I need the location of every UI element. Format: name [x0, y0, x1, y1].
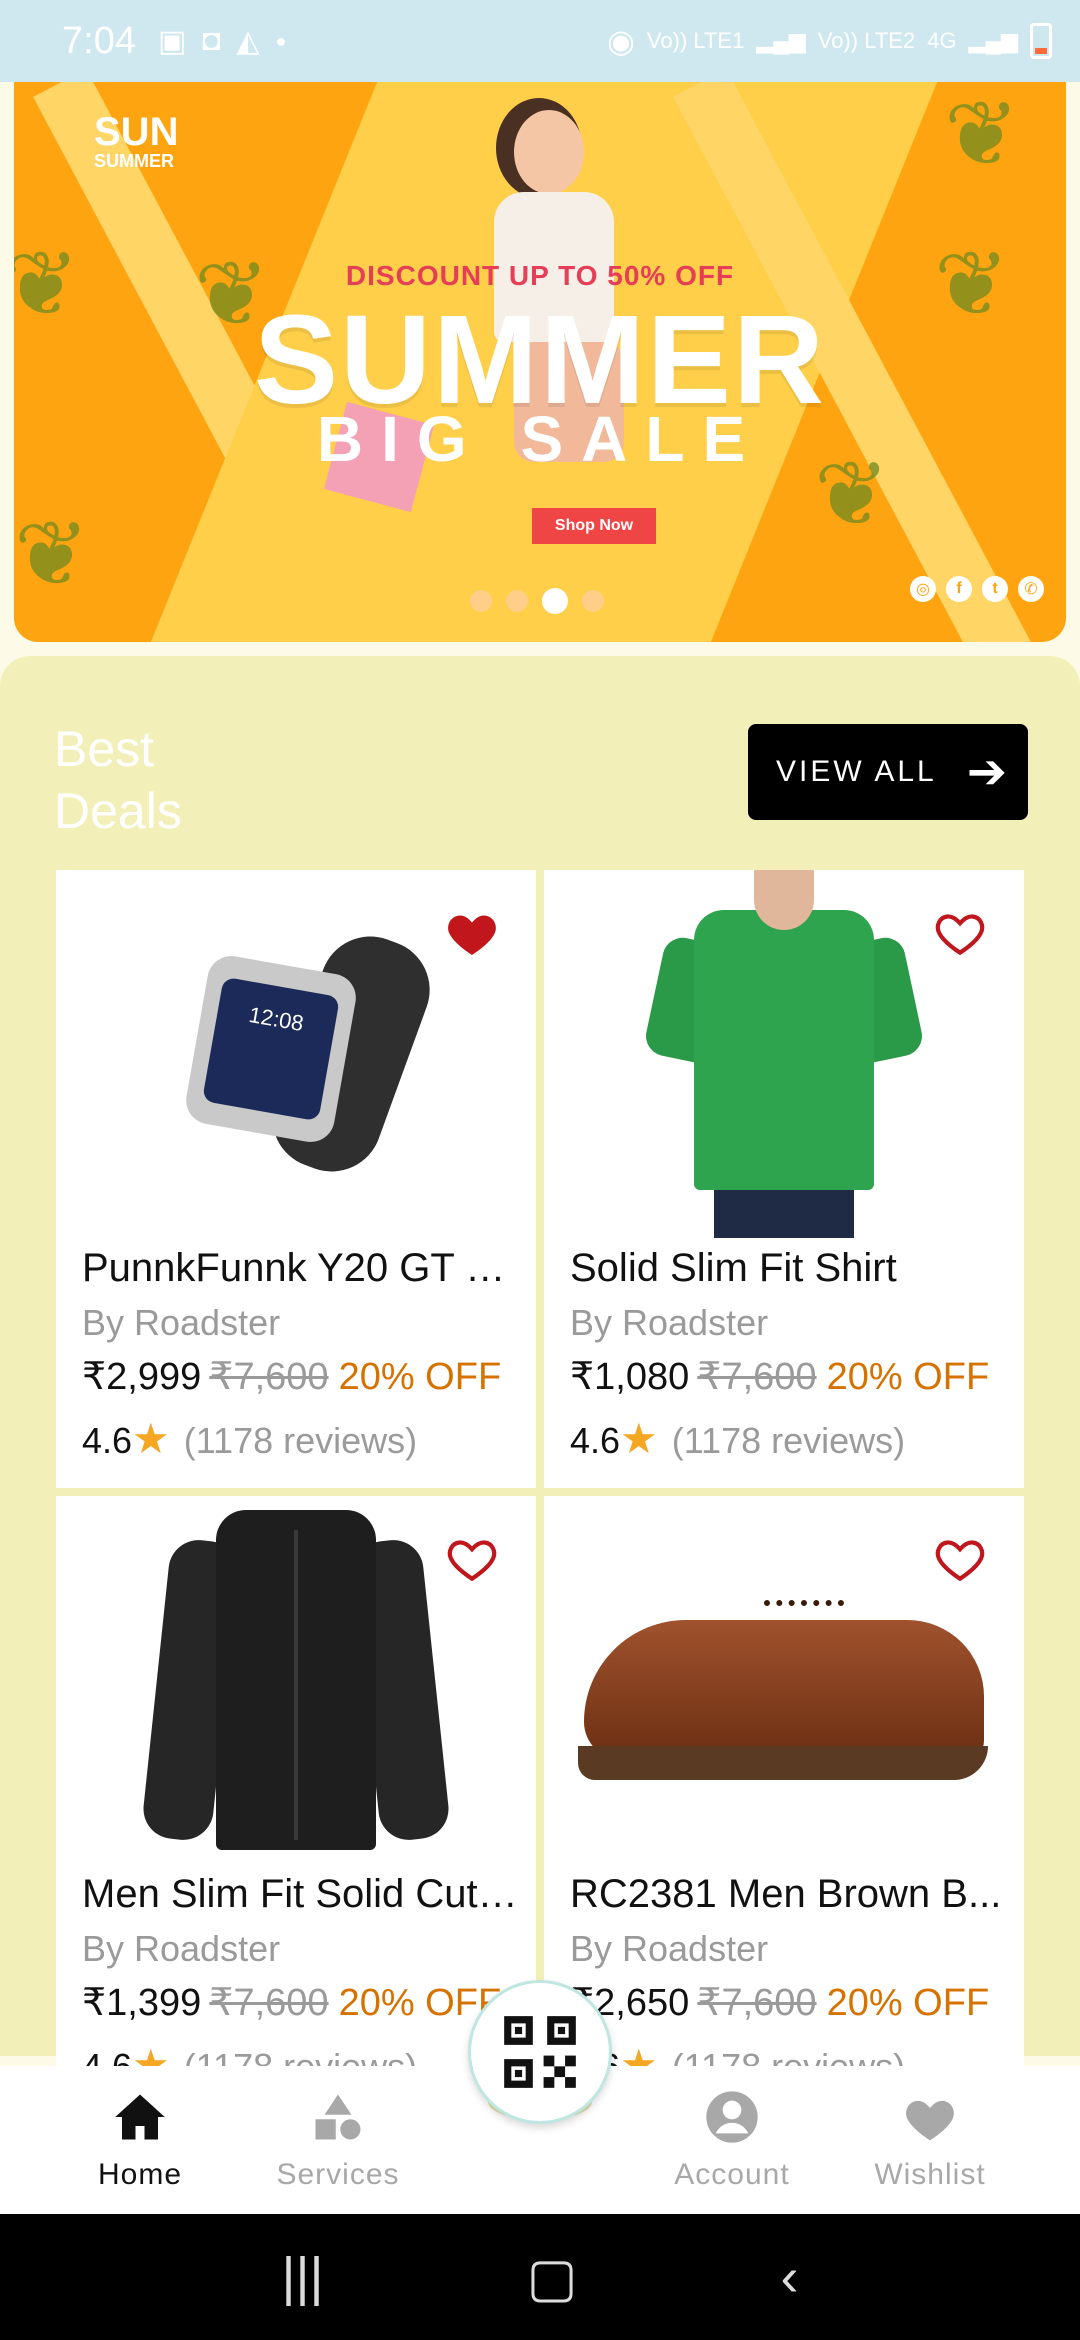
home-icon: [113, 2086, 167, 2148]
product-name[interactable]: PunnkFunnk Y20 GT B...: [82, 1246, 522, 1291]
nav-label: Home: [97, 2158, 183, 2191]
system-nav-bar: ||| ▢ ‹: [0, 2214, 1080, 2340]
wishlist-heart-outline-icon[interactable]: [932, 906, 988, 962]
product-price-row: ₹1,080 ₹7,600 20% OFF: [570, 1354, 989, 1399]
product-name[interactable]: Solid Slim Fit Shirt: [570, 1246, 1010, 1291]
product-price: ₹1,399: [82, 1982, 202, 2024]
shapes-icon: [311, 2086, 365, 2148]
leaf-icon: ❦: [944, 85, 1020, 185]
rating-value: 4.6: [82, 1420, 133, 1461]
product-rating-row: 4.6★ (1178 reviews): [82, 1414, 417, 1463]
wishlist-heart-filled-icon[interactable]: [444, 906, 500, 962]
carousel-dot[interactable]: [582, 590, 604, 612]
qr-scan-fab-container: [436, 1980, 644, 2160]
product-name[interactable]: RC2381 Men Brown B...: [570, 1872, 1010, 1917]
carousel-dot[interactable]: [506, 590, 528, 612]
home-button-icon[interactable]: ▢: [527, 2246, 578, 2309]
carousel-indicator[interactable]: [470, 588, 604, 614]
carousel-dot-active[interactable]: [542, 588, 568, 614]
dot-icon: ●: [275, 30, 287, 51]
product-mrp: ₹7,600: [697, 1982, 817, 2024]
arrow-right-icon: ➔: [966, 746, 1010, 799]
hotspot-icon: ◉: [607, 23, 635, 59]
star-icon: ★: [132, 1415, 170, 1462]
review-count: (1178 reviews): [671, 1420, 906, 1461]
product-brand: By Roadster: [82, 1928, 281, 1969]
promo-banner[interactable]: ❦ ❦ ❦ ❦ ❦ ❦ SUN SUMMER DISCOUNT UP TO 50…: [14, 82, 1066, 642]
back-icon[interactable]: ‹: [781, 2246, 799, 2308]
nav-item-home[interactable]: Home: [50, 2086, 230, 2192]
nav-label: Services: [276, 2158, 400, 2191]
heart-icon: [902, 2086, 958, 2148]
product-name[interactable]: Men Slim Fit Solid Cut ...: [82, 1872, 522, 1917]
qr-code-icon: [504, 2016, 576, 2088]
signal-icon-1: ▂▄▆: [756, 28, 806, 53]
notification-icon: ◘: [202, 24, 221, 57]
view-all-label: VIEW ALL: [776, 755, 937, 788]
section-title: Best Deals: [54, 721, 182, 839]
product-rating-row: 4.6★ (1178 reviews): [570, 1414, 905, 1463]
wishlist-heart-outline-icon[interactable]: [444, 1532, 500, 1588]
banner-brand-logo: SUN SUMMER: [94, 110, 179, 171]
nav-label: Wishlist: [874, 2158, 986, 2191]
view-all-button[interactable]: VIEW ALL ➔: [748, 724, 1028, 820]
product-discount: 20% OFF: [826, 1356, 990, 1398]
account-icon: [704, 2086, 760, 2148]
gallery-icon: ▣: [157, 24, 187, 58]
product-price: ₹2,999: [82, 1356, 202, 1398]
social-icons: ◎ f t ✆: [910, 576, 1044, 602]
product-card[interactable]: Solid Slim Fit Shirt By Roadster ₹1,080 ₹…: [544, 870, 1024, 1488]
product-brand: By Roadster: [570, 1302, 769, 1343]
nav-item-wishlist[interactable]: Wishlist: [840, 2086, 1020, 2192]
leaf-icon: ❦: [14, 505, 90, 605]
star-icon: ★: [620, 1415, 658, 1462]
product-mrp: ₹7,600: [697, 1356, 817, 1398]
instagram-icon: ◎: [910, 576, 936, 602]
battery-icon: [1030, 23, 1052, 59]
signal-icon-2: ▂▄▆: [968, 28, 1018, 53]
wishlist-heart-outline-icon[interactable]: [932, 1532, 988, 1588]
status-time: 7:04: [62, 19, 136, 62]
whatsapp-icon: ✆: [1018, 576, 1044, 602]
best-deals-section: Best Deals VIEW ALL ➔ 12:08 PunnkFunnk Y…: [0, 656, 1080, 2114]
rating-value: 4.6: [570, 1420, 621, 1461]
product-card[interactable]: 12:08 PunnkFunnk Y20 GT B... By Roadster…: [56, 870, 536, 1488]
nav-label: Account: [674, 2158, 790, 2191]
product-grid: 12:08 PunnkFunnk Y20 GT B... By Roadster…: [56, 870, 1026, 2114]
product-mrp: ₹7,600: [209, 1356, 329, 1398]
product-price-row: ₹2,999 ₹7,600 20% OFF: [82, 1354, 501, 1399]
facebook-icon: f: [946, 576, 972, 602]
review-count: (1178 reviews): [183, 1420, 418, 1461]
product-price: ₹1,080: [570, 1356, 690, 1398]
twitter-icon: t: [982, 576, 1008, 602]
app-icon: ◭: [236, 24, 260, 58]
product-brand: By Roadster: [570, 1928, 769, 1969]
nav-item-services[interactable]: Services: [248, 2086, 428, 2192]
product-brand: By Roadster: [82, 1302, 281, 1343]
product-mrp: ₹7,600: [209, 1982, 329, 2024]
carousel-dot[interactable]: [470, 590, 492, 612]
nav-item-account[interactable]: Account: [642, 2086, 822, 2192]
network-label: 4G: [927, 28, 957, 53]
recent-apps-icon[interactable]: |||: [281, 2246, 323, 2308]
shop-now-button[interactable]: Shop Now: [532, 508, 656, 544]
signal-label-1: Vo)) LTE1: [646, 28, 745, 53]
qr-scan-button[interactable]: [468, 1980, 612, 2124]
banner-subheadline: BIG SALE: [316, 403, 764, 475]
product-discount: 20% OFF: [826, 1982, 990, 2024]
signal-label-2: Vo)) LTE2: [817, 28, 916, 53]
product-discount: 20% OFF: [338, 1356, 502, 1398]
status-bar: 7:04 ▣ ◘ ◭ ● ◉ Vo)) LTE1 ▂▄▆ Vo)) LTE2 4…: [0, 0, 1080, 82]
